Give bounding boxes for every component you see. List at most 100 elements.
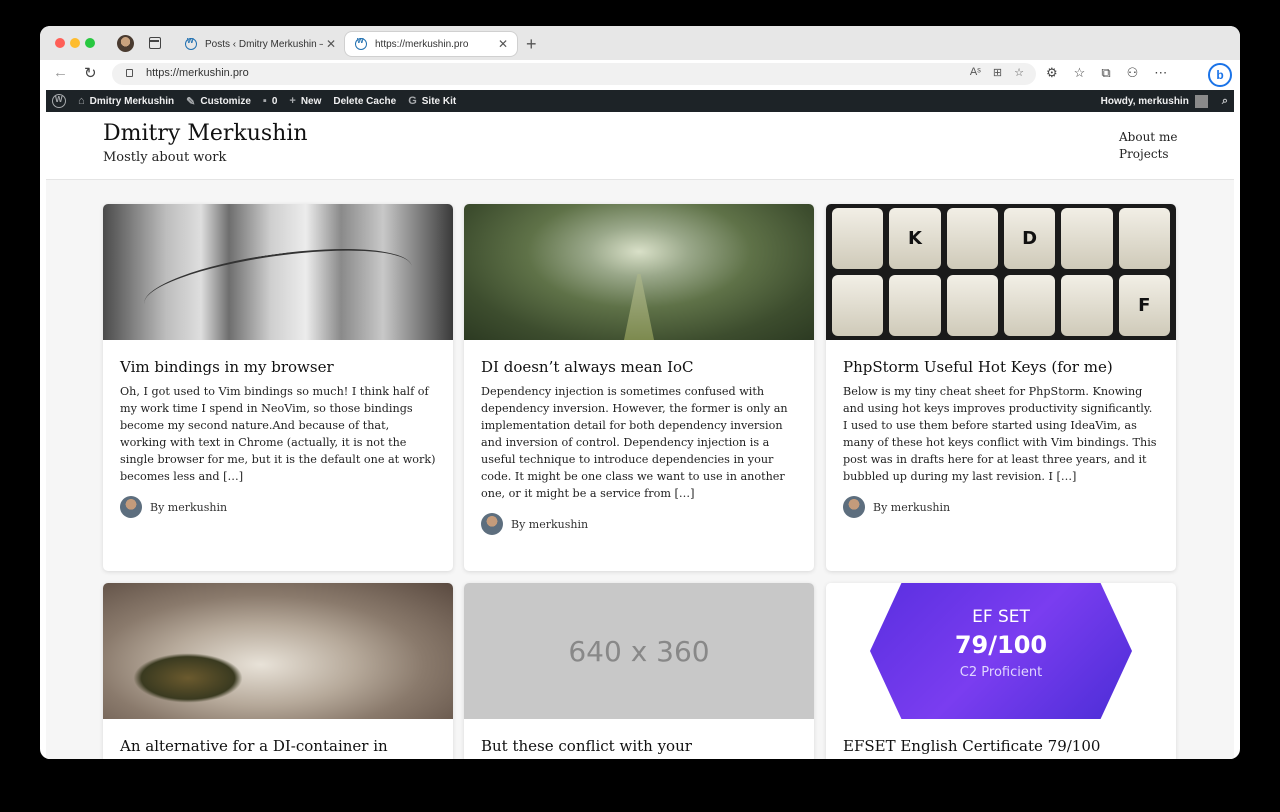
browser-toolbar: ← ↻ https://merkushin.pro Aˢ ⊞ ☆ ⚙ ☆ ⧉ ⚇… xyxy=(40,60,1240,90)
wordpress-logo-icon[interactable] xyxy=(52,94,66,108)
address-bar-icons: Aˢ ⊞ ☆ xyxy=(970,66,1024,79)
web-page: Dmitry Merkushin Mostly about work About… xyxy=(46,112,1234,759)
search-icon[interactable]: ⌕ xyxy=(1222,95,1228,108)
nav-about-me[interactable]: About me xyxy=(1119,129,1177,146)
site-header: Dmitry Merkushin Mostly about work About… xyxy=(46,112,1234,180)
site-title[interactable]: Dmitry Merkushin xyxy=(103,121,308,146)
adminbar-new[interactable]: + New xyxy=(289,95,321,107)
post-title[interactable]: EFSET English Certificate 79/100 xyxy=(843,736,1159,756)
keyboard-key xyxy=(832,208,884,269)
post-excerpt: Dependency injection is sometimes confus… xyxy=(481,385,788,500)
close-window-button[interactable] xyxy=(55,38,65,48)
author-avatar xyxy=(843,496,865,518)
post-title[interactable]: DI doesn’t always mean IoC xyxy=(481,357,797,377)
adminbar-site-kit-label: Site Kit xyxy=(421,95,457,107)
post-card[interactable]: K D F PhpStorm Useful Hot Keys (for me) … xyxy=(826,204,1176,571)
keyboard-key xyxy=(832,275,884,336)
efset-badge: EF SET 79/100 C2 Proficient xyxy=(870,583,1132,719)
keyboard-key xyxy=(1061,208,1113,269)
post-thumbnail-placeholder[interactable]: 640 x 360 xyxy=(464,583,814,719)
bing-copilot-icon[interactable]: b xyxy=(1208,63,1232,87)
google-icon: G xyxy=(408,95,417,107)
post-thumbnail[interactable] xyxy=(103,204,453,340)
immersive-reader-icon[interactable]: ⊞ xyxy=(993,66,1002,79)
author-avatar xyxy=(120,496,142,518)
zoom-window-button[interactable] xyxy=(85,38,95,48)
post-thumbnail[interactable]: K D F xyxy=(826,204,1176,340)
keyboard-key: F xyxy=(1118,275,1170,336)
adminbar-site[interactable]: ⌂ Dmitry Merkushin xyxy=(78,95,174,107)
efset-badge-title: EF SET xyxy=(972,607,1030,627)
wp-admin-bar: ⌂ Dmitry Merkushin ✎ Customize ▪0 + New Del… xyxy=(46,90,1234,112)
wordpress-favicon-icon xyxy=(355,38,367,50)
post-thumbnail[interactable]: EF SET 79/100 C2 Proficient xyxy=(826,583,1176,719)
post-author: By merkushin xyxy=(481,511,797,537)
nav-projects[interactable]: Projects xyxy=(1119,146,1177,163)
author-name[interactable]: By merkushin xyxy=(150,501,227,514)
post-title[interactable]: Vim bindings in my browser xyxy=(120,357,436,377)
new-tab-button[interactable]: + xyxy=(526,34,537,55)
efset-badge-score: 79/100 xyxy=(954,631,1048,659)
adminbar-customize-label: Customize xyxy=(200,95,251,107)
tab-title: https://merkushin.pro xyxy=(375,38,469,50)
lock-icon xyxy=(126,69,133,77)
adminbar-avatar[interactable] xyxy=(1194,94,1208,108)
post-author: By merkushin xyxy=(120,494,436,520)
adminbar-right: Howdy, merkushin ⌕ xyxy=(1101,94,1234,108)
post-card[interactable]: 640 x 360 But these conflict with your r… xyxy=(464,583,814,759)
post-card[interactable]: Vim bindings in my browser Oh, I got use… xyxy=(103,204,453,571)
keyboard-key xyxy=(889,275,941,336)
tab-title: Posts ‹ Dmitry Merkushin — W xyxy=(205,38,323,50)
adminbar-site-label: Dmitry Merkushin xyxy=(89,95,175,107)
post-card[interactable]: An alternative for a DI-container in xyxy=(103,583,453,759)
tab-merkushin[interactable]: https://merkushin.pro ✕ xyxy=(345,32,517,56)
adminbar-comments-count: 0 xyxy=(271,95,278,107)
post-title[interactable]: PhpStorm Useful Hot Keys (for me) xyxy=(843,357,1159,377)
tab-posts[interactable]: Posts ‹ Dmitry Merkushin — W ✕ xyxy=(175,31,345,57)
tab-close-icon[interactable]: ✕ xyxy=(323,37,339,51)
toolbar-icons: ⚙ ☆ ⧉ ⚇ ⋯ xyxy=(1046,65,1167,81)
back-arrow-icon[interactable]: ← xyxy=(53,64,68,81)
post-thumbnail[interactable] xyxy=(103,583,453,719)
keyboard-key xyxy=(1003,275,1056,336)
browser-essentials-icon[interactable]: ⚇ xyxy=(1127,65,1139,81)
adminbar-new-label: New xyxy=(300,95,322,107)
author-name[interactable]: By merkushin xyxy=(873,501,950,514)
plus-icon: + xyxy=(289,95,296,107)
post-title[interactable]: But these conflict with your requirement… xyxy=(481,736,797,759)
keyboard-key xyxy=(946,208,998,269)
read-aloud-icon[interactable]: Aˢ xyxy=(970,66,981,79)
adminbar-site-kit[interactable]: G Site Kit xyxy=(408,95,456,107)
collections-icon[interactable]: ⧉ xyxy=(1101,65,1110,81)
adminbar-customize[interactable]: ✎ Customize xyxy=(186,95,251,108)
profile-avatar[interactable] xyxy=(117,35,134,52)
favorite-star-icon[interactable]: ☆ xyxy=(1014,66,1024,79)
post-title[interactable]: An alternative for a DI-container in xyxy=(120,736,436,756)
post-card[interactable]: EF SET 79/100 C2 Proficient EFSET Englis… xyxy=(826,583,1176,759)
author-name[interactable]: By merkushin xyxy=(511,518,588,531)
keyboard-key xyxy=(1118,208,1170,269)
efset-badge-level: C2 Proficient xyxy=(959,665,1043,680)
browser-window: Posts ‹ Dmitry Merkushin — W ✕ https://m… xyxy=(40,26,1240,759)
tab-close-icon[interactable]: ✕ xyxy=(495,37,511,51)
minimize-window-button[interactable] xyxy=(70,38,80,48)
keyboard-key: D xyxy=(1003,208,1056,269)
dashboard-icon: ⌂ xyxy=(78,95,85,107)
site-tagline: Mostly about work xyxy=(103,150,227,165)
adminbar-howdy[interactable]: Howdy, merkushin xyxy=(1101,96,1189,107)
keyboard-key: K xyxy=(889,208,941,269)
wordpress-favicon-icon xyxy=(185,38,197,50)
tab-actions-icon[interactable] xyxy=(149,37,161,49)
extensions-icon[interactable]: ⚙ xyxy=(1046,65,1058,81)
post-card[interactable]: DI doesn’t always mean IoC Dependency in… xyxy=(464,204,814,571)
tab-strip: Posts ‹ Dmitry Merkushin — W ✕ https://m… xyxy=(40,26,1240,60)
brush-icon: ✎ xyxy=(186,95,196,108)
url-text[interactable]: https://merkushin.pro xyxy=(146,67,249,79)
favorites-icon[interactable]: ☆ xyxy=(1074,65,1086,81)
post-thumbnail[interactable] xyxy=(464,204,814,340)
reload-icon[interactable]: ↻ xyxy=(84,64,97,82)
adminbar-delete-cache[interactable]: Delete Cache xyxy=(333,96,396,107)
address-bar[interactable]: https://merkushin.pro Aˢ ⊞ ☆ xyxy=(112,63,1036,85)
adminbar-comments[interactable]: ▪ 0 xyxy=(263,95,277,107)
more-menu-icon[interactable]: ⋯ xyxy=(1154,65,1167,81)
